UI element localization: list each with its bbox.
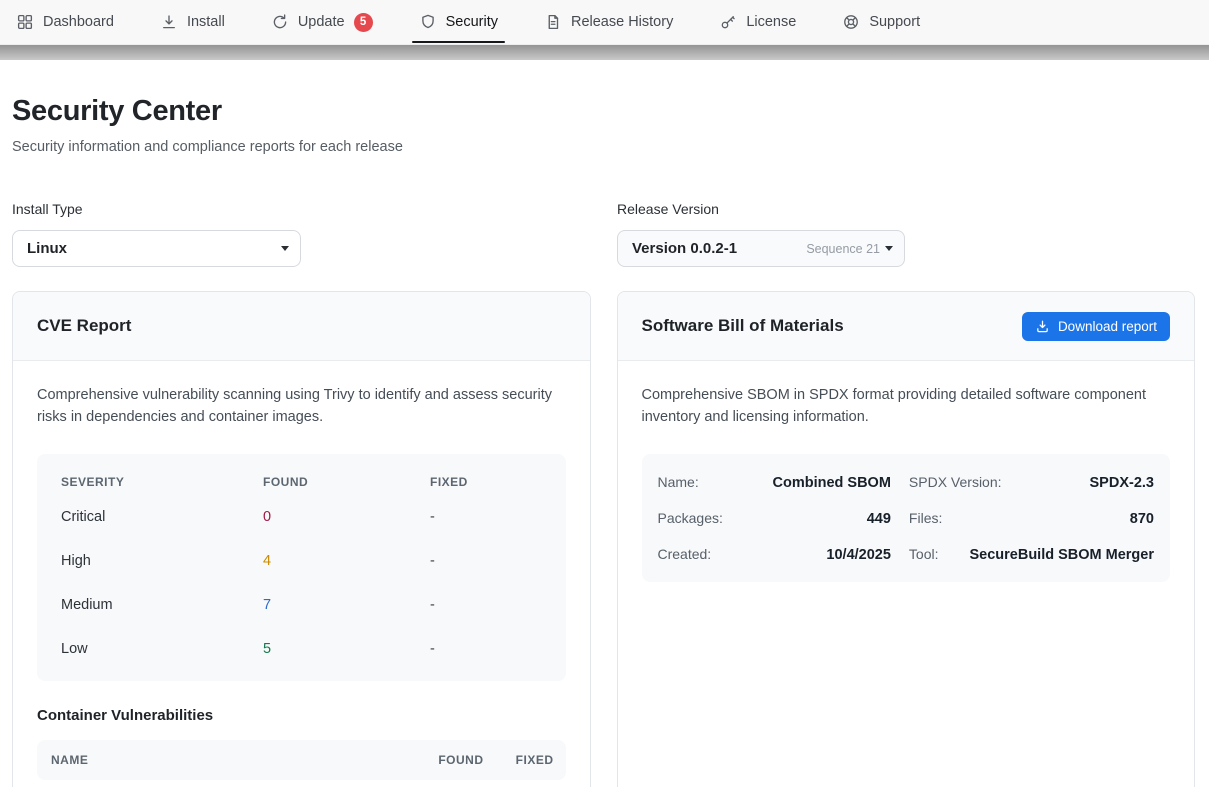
- nav-label: Support: [869, 14, 920, 30]
- info-label: Tool:: [909, 546, 939, 562]
- found-count: 0: [263, 509, 430, 525]
- severity-label: Low: [61, 641, 263, 657]
- nav-label: Dashboard: [43, 14, 114, 30]
- cve-report-card: CVE Report Comprehensive vulnerability s…: [12, 291, 591, 787]
- security-center-page: Security Center Security information and…: [0, 95, 1209, 787]
- nav-item-dashboard[interactable]: Dashboard: [16, 0, 114, 44]
- document-icon: [544, 13, 562, 31]
- fixed-count: -: [430, 553, 542, 569]
- column-header-found: FOUND: [263, 475, 430, 489]
- info-label: Packages:: [658, 510, 723, 526]
- nav-label: Security: [446, 14, 498, 30]
- info-label: Files:: [909, 510, 942, 526]
- nav-label: License: [746, 14, 796, 30]
- release-version-filter: Release Version Version 0.0.2-1 Sequence…: [617, 201, 905, 267]
- release-version-select[interactable]: Version 0.0.2-1 Sequence 21: [617, 230, 905, 267]
- info-value: SecureBuild SBOM Merger: [969, 547, 1154, 563]
- download-report-button[interactable]: Download report: [1022, 312, 1170, 341]
- filters-row: Install Type Linux Release Version Versi…: [12, 201, 1195, 267]
- column-header-found: FOUND: [422, 753, 484, 767]
- info-label: Name:: [658, 474, 699, 490]
- install-type-value: Linux: [27, 240, 67, 257]
- page-title: Security Center: [12, 95, 1195, 128]
- info-value: SPDX-2.3: [1090, 475, 1154, 491]
- chevron-down-icon: [281, 246, 289, 251]
- info-row: Created: 10/4/2025 Tool: SecureBuild SBO…: [658, 536, 1155, 572]
- found-count: 4: [263, 553, 430, 569]
- container-vulnerabilities-title: Container Vulnerabilities: [37, 707, 566, 724]
- download-icon: [1035, 319, 1050, 334]
- shield-icon: [419, 13, 437, 31]
- sequence-hint: Sequence 21: [806, 242, 880, 256]
- severity-table-header: SEVERITY FOUND FIXED: [37, 460, 566, 495]
- cve-report-header: CVE Report: [13, 292, 590, 361]
- install-type-label: Install Type: [12, 201, 301, 217]
- column-header-name: NAME: [51, 753, 422, 767]
- column-header-fixed: FIXED: [484, 753, 554, 767]
- nav-item-security[interactable]: Security: [419, 0, 498, 44]
- severity-label: High: [61, 553, 263, 569]
- cve-report-description: Comprehensive vulnerability scanning usi…: [37, 385, 566, 428]
- nav-item-license[interactable]: License: [719, 0, 796, 44]
- cve-report-title: CVE Report: [37, 316, 131, 336]
- severity-label: Critical: [61, 509, 263, 525]
- sbom-card: Software Bill of Materials Download repo…: [617, 291, 1196, 787]
- severity-label: Medium: [61, 597, 263, 613]
- refresh-icon: [271, 13, 289, 31]
- info-value: 10/4/2025: [826, 547, 891, 563]
- table-row-critical: Critical 0 -: [37, 495, 566, 539]
- header-shadow-band: [0, 45, 1209, 60]
- fixed-count: -: [430, 509, 542, 525]
- download-icon: [160, 13, 178, 31]
- lifebuoy-icon: [842, 13, 860, 31]
- release-version-value: Version 0.0.2-1: [632, 240, 737, 257]
- sbom-title: Software Bill of Materials: [642, 316, 844, 336]
- table-row-low: Low 5 -: [37, 627, 566, 671]
- nav-label: Release History: [571, 14, 673, 30]
- info-label: SPDX Version:: [909, 474, 1002, 490]
- column-header-severity: SEVERITY: [61, 475, 263, 489]
- sbom-info-grid: Name: Combined SBOM SPDX Version: SPDX-2…: [642, 454, 1171, 582]
- nav-label: Install: [187, 14, 225, 30]
- info-row: Name: Combined SBOM SPDX Version: SPDX-2…: [658, 464, 1155, 500]
- nav-item-release-history[interactable]: Release History: [544, 0, 673, 44]
- severity-table: SEVERITY FOUND FIXED Critical 0 - High 4…: [37, 454, 566, 681]
- nav-item-support[interactable]: Support: [842, 0, 920, 44]
- sbom-description: Comprehensive SBOM in SPDX format provid…: [642, 385, 1171, 428]
- top-nav: Dashboard Install Update 5 Security: [0, 0, 1209, 45]
- release-version-label: Release Version: [617, 201, 905, 217]
- found-count: 7: [263, 597, 430, 613]
- info-label: Created:: [658, 546, 712, 562]
- info-value: Combined SBOM: [773, 475, 891, 491]
- update-count-badge: 5: [354, 13, 373, 32]
- install-type-filter: Install Type Linux: [12, 201, 301, 267]
- fixed-count: -: [430, 597, 542, 613]
- found-count: 5: [263, 641, 430, 657]
- nav-item-install[interactable]: Install: [160, 0, 225, 44]
- chevron-down-icon: [885, 246, 893, 251]
- install-type-select[interactable]: Linux: [12, 230, 301, 267]
- column-header-fixed: FIXED: [430, 475, 542, 489]
- dashboard-icon: [16, 13, 34, 31]
- key-icon: [719, 13, 737, 31]
- sbom-header: Software Bill of Materials Download repo…: [618, 292, 1195, 361]
- info-value: 870: [1130, 511, 1154, 527]
- nav-item-update[interactable]: Update 5: [271, 0, 373, 44]
- info-value: 449: [867, 511, 891, 527]
- table-row-medium: Medium 7 -: [37, 583, 566, 627]
- info-row: Packages: 449 Files: 870: [658, 500, 1155, 536]
- page-subtitle: Security information and compliance repo…: [12, 139, 1195, 155]
- container-vulnerabilities-table-header: NAME FOUND FIXED: [37, 740, 566, 780]
- nav-label: Update: [298, 14, 345, 30]
- download-report-label: Download report: [1058, 319, 1157, 334]
- table-row-high: High 4 -: [37, 539, 566, 583]
- fixed-count: -: [430, 641, 542, 657]
